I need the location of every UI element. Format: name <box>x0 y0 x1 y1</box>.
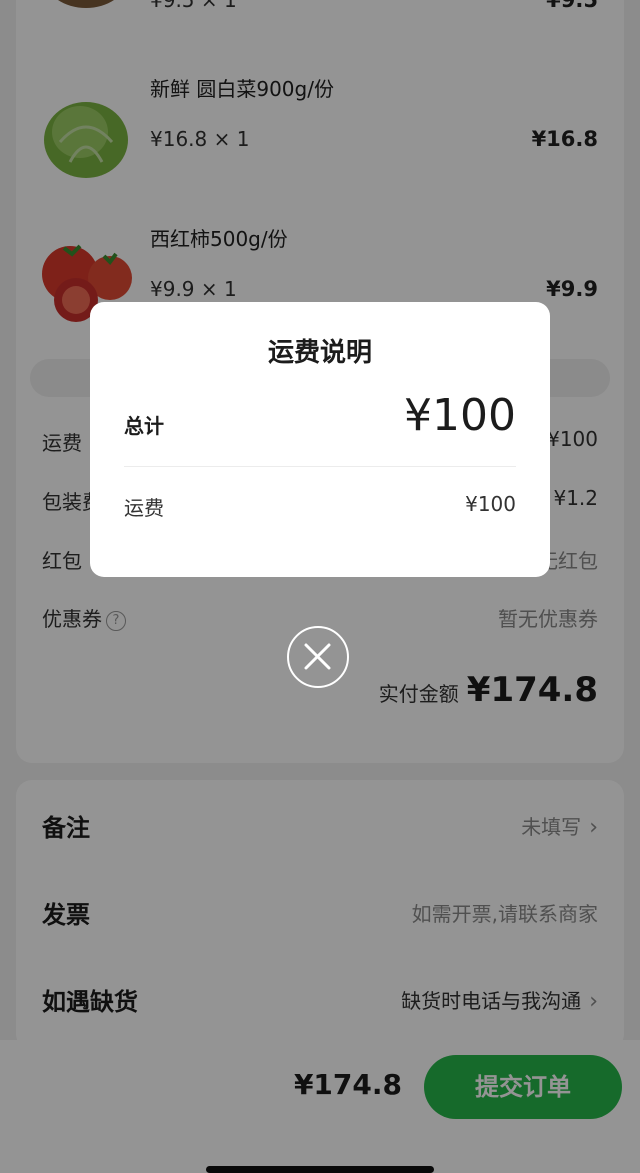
close-dialog-button[interactable] <box>287 626 349 688</box>
dialog-total-label: 总计 <box>124 414 164 438</box>
dialog-fee-row: 运费 ¥100 <box>124 490 516 520</box>
modal-backdrop[interactable] <box>0 0 640 1173</box>
shipping-fee-dialog: 运费说明 总计 ¥100 运费 ¥100 <box>90 302 550 577</box>
dialog-total-row: 总计 ¥100 <box>124 390 516 450</box>
dialog-total-value: ¥100 <box>404 390 516 441</box>
order-confirm-page: ¥9.5 × 1 ¥9.5 新鲜 圆白菜900g/份 ¥16.8 × 1 ¥16… <box>0 0 640 1173</box>
close-icon <box>304 643 331 670</box>
dialog-divider <box>124 466 516 467</box>
dialog-fee-value: ¥100 <box>465 492 516 516</box>
dialog-fee-label: 运费 <box>124 496 164 520</box>
dialog-title: 运费说明 <box>267 338 372 368</box>
